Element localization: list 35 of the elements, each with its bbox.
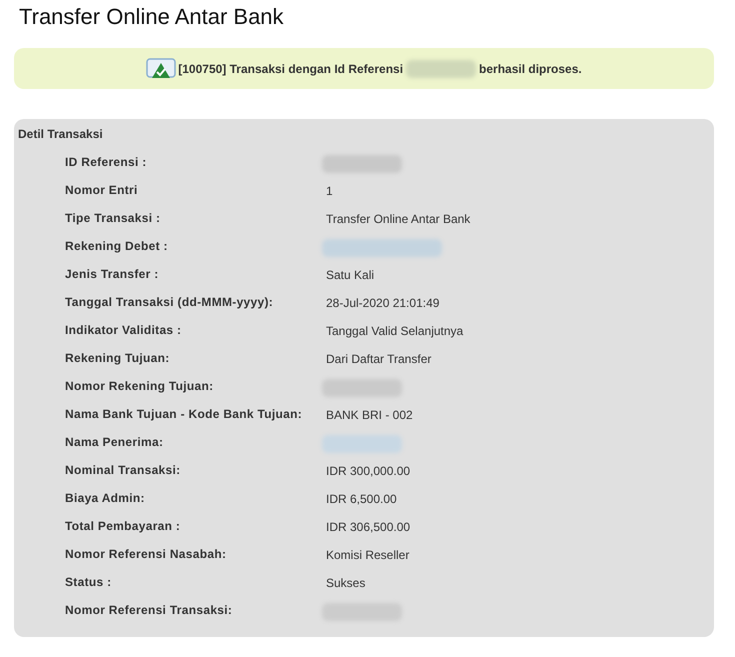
field-value: IDR 306,500.00 — [326, 519, 412, 536]
field-value: Komisi Reseller — [326, 547, 410, 564]
field-label: Nominal Transaksi: — [65, 463, 182, 479]
field-label: Tipe Transaksi : — [65, 211, 162, 227]
field-label: Nomor Referensi Transaksi: — [65, 603, 234, 619]
field-value: Dari Daftar Transfer — [326, 351, 432, 368]
field-label: Nomor Referensi Nasabah: — [65, 547, 228, 563]
field-value: 28-Jul-2020 21:01:49 — [326, 295, 440, 312]
notice-text: [100750] Transaksi dengan Id Referensi — [178, 62, 404, 76]
field-label: Rekening Debet : — [65, 239, 169, 255]
field-label: Tanggal Transaksi (dd-MMM-yyyy): — [65, 295, 274, 311]
field-label: Biaya Admin: — [65, 491, 146, 507]
field-value: Sukses — [326, 575, 366, 592]
field-value: IDR 6,500.00 — [326, 491, 398, 508]
field-label: Total Pembayaran : — [65, 519, 182, 535]
success-check-icon — [146, 58, 176, 80]
redacted-value — [406, 60, 476, 78]
field-value: BANK BRI - 002 — [326, 407, 414, 424]
field-label: ID Referensi : — [65, 155, 148, 171]
field-value: IDR 300,000.00 — [326, 463, 412, 480]
page-title: Transfer Online Antar Bank — [19, 4, 285, 30]
field-label: Rekening Tujuan: — [65, 351, 171, 367]
field-label: Status : — [65, 575, 112, 591]
field-value: Transfer Online Antar Bank — [326, 211, 472, 228]
field-label: Nama Bank Tujuan - Kode Bank Tujuan: — [65, 407, 304, 423]
field-label: Nomor Rekening Tujuan: — [65, 379, 214, 395]
field-label: Nama Penerima: — [65, 435, 164, 451]
field-label: Indikator Validitas : — [65, 323, 182, 339]
field-label: Jenis Transfer : — [65, 267, 160, 283]
field-value: Tanggal Valid Selanjutnya — [326, 323, 464, 340]
field-label: Nomor Entri — [65, 183, 139, 199]
section-title: Detil Transaksi — [18, 127, 104, 141]
field-value: Satu Kali — [326, 267, 376, 284]
field-value: 1 — [326, 183, 334, 200]
notice-text: berhasil diproses. — [479, 62, 582, 76]
